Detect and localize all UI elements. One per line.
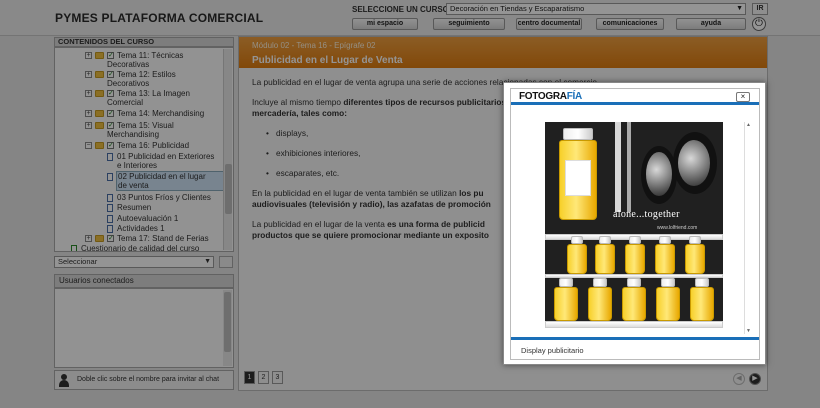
image-viewport: alone...together www.lolfriend.com ▲ ▼: [511, 108, 759, 340]
scroll-down-icon[interactable]: ▼: [746, 328, 751, 334]
image-modal: FOTOGRAFÍA × alone...together www.lolfri…: [503, 82, 766, 365]
scroll-up-icon[interactable]: ▲: [746, 122, 751, 128]
image-scrollbar[interactable]: ▲ ▼: [744, 122, 751, 334]
app-window: PYMES PLATAFORMA COMERCIAL SELECCIONE UN…: [0, 0, 820, 408]
display-image: alone...together www.lolfriend.com: [545, 122, 723, 328]
image-caption: Display publicitario: [521, 346, 584, 355]
fotografia-logo: FOTOGRAFÍA: [519, 91, 582, 102]
modal-frame: FOTOGRAFÍA × alone...together www.lolfri…: [510, 88, 760, 360]
poster-slogan: alone...together: [613, 209, 680, 220]
close-button[interactable]: ×: [736, 92, 750, 102]
poster-url: www.lolfriend.com: [657, 225, 698, 231]
modal-header: FOTOGRAFÍA ×: [511, 89, 759, 105]
